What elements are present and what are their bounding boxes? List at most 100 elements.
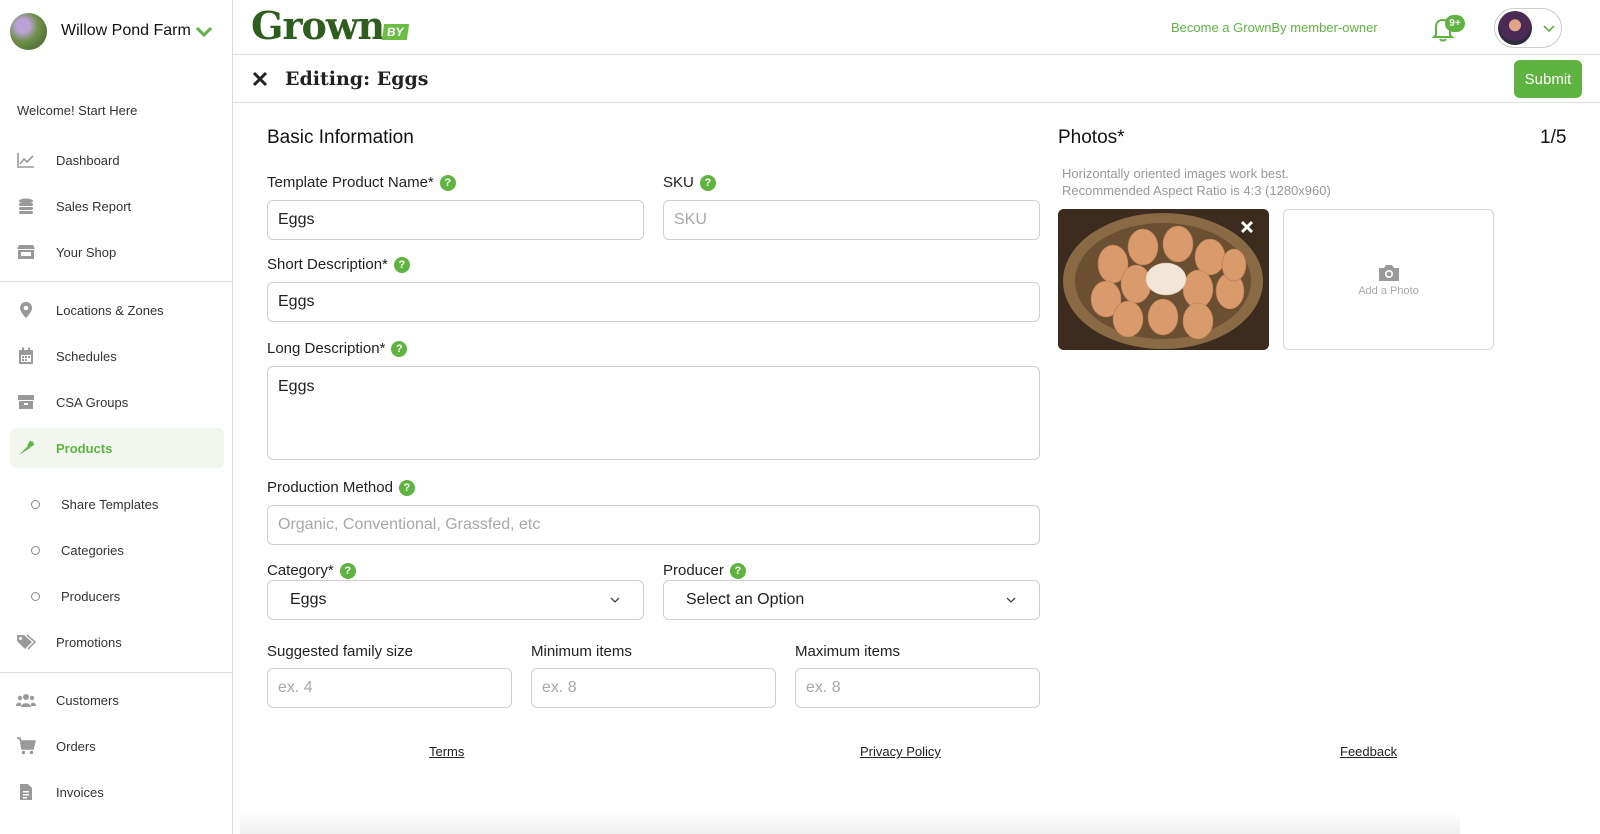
- template-name-input[interactable]: Eggs: [267, 200, 644, 240]
- sidebar-divider: [0, 672, 233, 673]
- sidebar-item-dashboard[interactable]: Dashboard: [10, 140, 224, 180]
- chevron-down-icon: [1006, 597, 1016, 603]
- long-description-label: Long Description* ?: [267, 340, 408, 357]
- privacy-policy-link[interactable]: Privacy Policy: [860, 744, 941, 759]
- bottom-shadow: [240, 812, 1460, 834]
- grownby-logo[interactable]: Grown BY: [251, 3, 409, 48]
- help-icon[interactable]: ?: [729, 562, 746, 579]
- user-menu[interactable]: [1494, 8, 1562, 48]
- photo-hint-line: Recommended Aspect Ratio is 4:3 (1280x96…: [1062, 183, 1331, 198]
- sidebar-item-csa-groups[interactable]: CSA Groups: [10, 382, 224, 422]
- camera-icon: [1378, 264, 1399, 281]
- sidebar-item-label: Sales Report: [56, 198, 132, 214]
- page-title: Editing: Eggs: [285, 68, 429, 90]
- sidebar-item-label: CSA Groups: [56, 394, 129, 410]
- sidebar-item-label: Invoices: [56, 784, 104, 800]
- photo-hint: Horizontally oriented images work best. …: [1062, 165, 1331, 199]
- label-text: Long Description*: [267, 340, 386, 357]
- farm-switcher[interactable]: Willow Pond Farm: [10, 12, 213, 50]
- sidebar-item-promotions[interactable]: Promotions: [10, 622, 224, 662]
- remove-photo-icon[interactable]: [1238, 218, 1256, 236]
- sidebar-item-label: Your Shop: [56, 244, 117, 260]
- welcome-link[interactable]: Welcome! Start Here: [17, 103, 137, 118]
- sidebar-item-label: Dashboard: [56, 152, 120, 168]
- circle-bullet-icon: [31, 545, 40, 555]
- chevron-down-icon: [1543, 25, 1555, 33]
- sidebar-item-label: Locations & Zones: [56, 302, 164, 318]
- label-text: Category*: [267, 562, 334, 579]
- sidebar: Willow Pond Farm Welcome! Start Here Das…: [0, 0, 233, 834]
- sidebar-item-locations[interactable]: Locations & Zones: [10, 290, 224, 330]
- sidebar-subitem-label: Share Templates: [61, 496, 159, 512]
- short-description-input[interactable]: Eggs: [267, 282, 1040, 322]
- map-pin-icon: [16, 300, 36, 320]
- production-method-input[interactable]: Organic, Conventional, Grassfed, etc: [267, 505, 1040, 545]
- category-select[interactable]: Eggs: [267, 580, 644, 620]
- chevron-down-icon: [195, 26, 212, 38]
- label-text: Maximum items: [795, 643, 901, 660]
- producer-select-value: Select an Option: [686, 591, 805, 608]
- sidebar-subitem-label: Producers: [61, 588, 121, 604]
- help-icon[interactable]: ?: [339, 562, 356, 579]
- user-avatar: [1498, 11, 1532, 45]
- logo-badge: BY: [382, 24, 409, 40]
- become-member-link[interactable]: Become a GrownBy member-owner: [1171, 20, 1378, 35]
- photos-title: Photos*: [1058, 127, 1125, 148]
- invoice-icon: [16, 782, 36, 802]
- calendar-icon: [16, 346, 36, 366]
- producer-select[interactable]: Select an Option: [663, 580, 1040, 620]
- template-name-label: Template Product Name* ?: [267, 174, 456, 191]
- sidebar-subitem-categories[interactable]: Categories: [10, 532, 224, 568]
- label-text: Short Description*: [267, 256, 388, 273]
- sidebar-item-products[interactable]: Products: [10, 428, 224, 468]
- sidebar-divider: [0, 281, 233, 282]
- cart-icon: [16, 736, 36, 756]
- min-items-input[interactable]: ex. 8: [531, 668, 776, 708]
- sku-input[interactable]: SKU: [663, 200, 1040, 240]
- help-icon[interactable]: ?: [398, 479, 415, 496]
- label-text: Suggested family size: [267, 643, 413, 660]
- label-text: Production Method: [267, 479, 393, 496]
- family-size-label: Suggested family size: [267, 643, 413, 660]
- sidebar-item-orders[interactable]: Orders: [10, 726, 224, 766]
- help-icon[interactable]: ?: [439, 174, 456, 191]
- long-description-textarea[interactable]: Eggs: [267, 366, 1040, 460]
- add-photo-button[interactable]: Add a Photo: [1283, 209, 1494, 350]
- min-items-label: Minimum items: [531, 643, 632, 660]
- farm-avatar: [10, 12, 47, 50]
- production-method-label: Production Method ?: [267, 479, 415, 496]
- chevron-down-icon: [610, 597, 620, 603]
- terms-link[interactable]: Terms: [429, 744, 464, 759]
- editing-bar: Editing: Eggs Submit: [233, 56, 1600, 103]
- help-icon[interactable]: ?: [393, 256, 410, 273]
- family-size-input[interactable]: ex. 4: [267, 668, 512, 708]
- sidebar-item-your-shop[interactable]: Your Shop: [10, 232, 224, 272]
- sidebar-item-sales-report[interactable]: Sales Report: [10, 186, 224, 226]
- store-icon: [16, 242, 36, 262]
- sidebar-item-customers[interactable]: Customers: [10, 680, 224, 720]
- sku-label: SKU ?: [663, 174, 716, 191]
- chart-line-icon: [16, 150, 36, 170]
- logo-text: Grown: [251, 3, 385, 48]
- help-icon[interactable]: ?: [699, 174, 716, 191]
- sidebar-subitem-label: Categories: [61, 542, 124, 558]
- section-title: Basic Information: [267, 127, 414, 148]
- photo-count: 1/5: [1540, 127, 1567, 148]
- sidebar-item-label: Customers: [56, 692, 119, 708]
- label-text: Minimum items: [531, 643, 632, 660]
- sidebar-item-schedules[interactable]: Schedules: [10, 336, 224, 376]
- feedback-link[interactable]: Feedback: [1340, 744, 1397, 759]
- max-items-input[interactable]: ex. 8: [795, 668, 1040, 708]
- submit-button[interactable]: Submit: [1514, 60, 1582, 98]
- circle-bullet-icon: [31, 499, 40, 509]
- help-icon[interactable]: ?: [391, 340, 408, 357]
- add-photo-label: Add a Photo: [1358, 284, 1419, 297]
- sidebar-item-invoices[interactable]: Invoices: [10, 772, 224, 812]
- notification-count-badge: 9+: [1445, 15, 1465, 32]
- coins-icon: [16, 196, 36, 216]
- tags-icon: [16, 632, 36, 652]
- users-icon: [16, 690, 36, 710]
- sidebar-subitem-producers[interactable]: Producers: [10, 578, 224, 614]
- close-icon[interactable]: [251, 70, 269, 88]
- sidebar-subitem-share-templates[interactable]: Share Templates: [10, 486, 224, 522]
